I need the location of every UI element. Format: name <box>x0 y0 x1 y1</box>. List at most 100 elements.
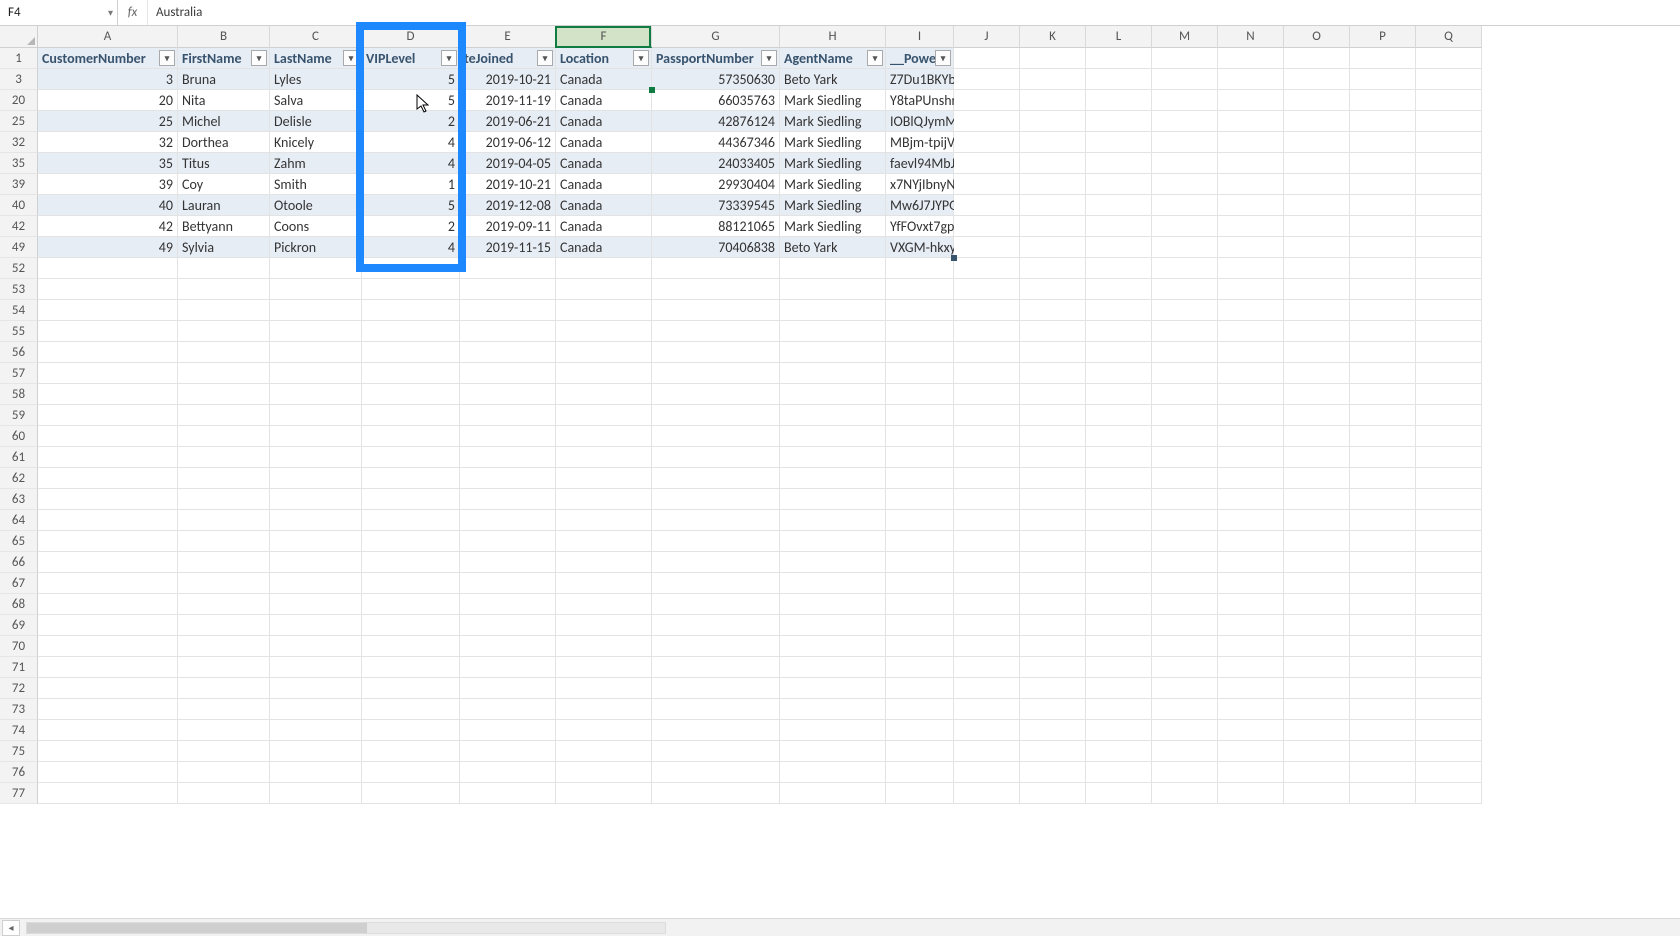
cell-J3[interactable] <box>954 69 1020 90</box>
cell-J63[interactable] <box>954 489 1020 510</box>
cell-F67[interactable] <box>556 573 652 594</box>
cell-F77[interactable] <box>556 783 652 804</box>
cell-G35[interactable]: 24033405 <box>652 153 780 174</box>
cell-F73[interactable] <box>556 699 652 720</box>
cell-L42[interactable] <box>1086 216 1152 237</box>
cell-A54[interactable] <box>38 300 178 321</box>
cell-H75[interactable] <box>780 741 886 762</box>
cell-K64[interactable] <box>1020 510 1086 531</box>
cell-J60[interactable] <box>954 426 1020 447</box>
cell-C61[interactable] <box>270 447 362 468</box>
cell-E66[interactable] <box>460 552 556 573</box>
cell-P25[interactable] <box>1350 111 1416 132</box>
cell-Q49[interactable] <box>1416 237 1482 258</box>
row-header[interactable]: 64 <box>0 510 38 531</box>
name-box-dropdown-icon[interactable]: ▾ <box>108 6 113 19</box>
cell-B72[interactable] <box>178 678 270 699</box>
cell-L67[interactable] <box>1086 573 1152 594</box>
cell-P59[interactable] <box>1350 405 1416 426</box>
cell-I20[interactable]: Y8taPUnshr8 <box>886 90 954 111</box>
row-header[interactable]: 3 <box>0 69 38 90</box>
cell-I35[interactable]: faevl94MbJM <box>886 153 954 174</box>
cell-F25[interactable]: Canada <box>556 111 652 132</box>
cell-O73[interactable] <box>1284 699 1350 720</box>
cell-B74[interactable] <box>178 720 270 741</box>
row-header[interactable]: 69 <box>0 615 38 636</box>
cell-N42[interactable] <box>1218 216 1284 237</box>
cell-B75[interactable] <box>178 741 270 762</box>
cell-J20[interactable] <box>954 90 1020 111</box>
scroll-track[interactable] <box>26 922 666 934</box>
cell-M55[interactable] <box>1152 321 1218 342</box>
cell-G68[interactable] <box>652 594 780 615</box>
name-box[interactable]: F4 ▾ <box>0 0 118 25</box>
cell-M40[interactable] <box>1152 195 1218 216</box>
cell-Q60[interactable] <box>1416 426 1482 447</box>
filter-dropdown-icon[interactable]: ▾ <box>251 50 267 66</box>
cell-C35[interactable]: Zahm <box>270 153 362 174</box>
cell-K39[interactable] <box>1020 174 1086 195</box>
cell-M72[interactable] <box>1152 678 1218 699</box>
cell-C65[interactable] <box>270 531 362 552</box>
cell-N49[interactable] <box>1218 237 1284 258</box>
column-header-P[interactable]: P <box>1350 26 1416 48</box>
cell-G3[interactable]: 57350630 <box>652 69 780 90</box>
cell-K62[interactable] <box>1020 468 1086 489</box>
cell-C20[interactable]: Salva <box>270 90 362 111</box>
cell-L25[interactable] <box>1086 111 1152 132</box>
cell-O70[interactable] <box>1284 636 1350 657</box>
cell-F59[interactable] <box>556 405 652 426</box>
cell-N52[interactable] <box>1218 258 1284 279</box>
cell-H77[interactable] <box>780 783 886 804</box>
cell-B67[interactable] <box>178 573 270 594</box>
row-header[interactable]: 61 <box>0 447 38 468</box>
cell-G65[interactable] <box>652 531 780 552</box>
cell-M58[interactable] <box>1152 384 1218 405</box>
cell-P56[interactable] <box>1350 342 1416 363</box>
cell-D65[interactable] <box>362 531 460 552</box>
cell-C64[interactable] <box>270 510 362 531</box>
cell-P42[interactable] <box>1350 216 1416 237</box>
cell-K56[interactable] <box>1020 342 1086 363</box>
cell-N73[interactable] <box>1218 699 1284 720</box>
cell-A32[interactable]: 32 <box>38 132 178 153</box>
fill-handle[interactable] <box>649 87 655 93</box>
cell-L20[interactable] <box>1086 90 1152 111</box>
cell-B69[interactable] <box>178 615 270 636</box>
cell-G40[interactable]: 73339545 <box>652 195 780 216</box>
cell-I53[interactable] <box>886 279 954 300</box>
cell-M52[interactable] <box>1152 258 1218 279</box>
cell-A40[interactable]: 40 <box>38 195 178 216</box>
cell-G67[interactable] <box>652 573 780 594</box>
cell-F74[interactable] <box>556 720 652 741</box>
cell-H65[interactable] <box>780 531 886 552</box>
cell-A77[interactable] <box>38 783 178 804</box>
cell-J32[interactable] <box>954 132 1020 153</box>
cell-B20[interactable]: Nita <box>178 90 270 111</box>
cell-D40[interactable]: 5 <box>362 195 460 216</box>
cell-E59[interactable] <box>460 405 556 426</box>
cell-A63[interactable] <box>38 489 178 510</box>
cell-E60[interactable] <box>460 426 556 447</box>
cell-P60[interactable] <box>1350 426 1416 447</box>
cell-P54[interactable] <box>1350 300 1416 321</box>
column-header-F[interactable]: F <box>556 26 652 48</box>
row-header[interactable]: 1 <box>0 48 38 69</box>
cell-H62[interactable] <box>780 468 886 489</box>
cell-H20[interactable]: Mark Siedling <box>780 90 886 111</box>
cell-C56[interactable] <box>270 342 362 363</box>
cell-D63[interactable] <box>362 489 460 510</box>
cell-H56[interactable] <box>780 342 886 363</box>
filter-dropdown-icon[interactable]: ▾ <box>537 50 553 66</box>
cell-H64[interactable] <box>780 510 886 531</box>
cell-C70[interactable] <box>270 636 362 657</box>
cell-E53[interactable] <box>460 279 556 300</box>
column-header-I[interactable]: I <box>886 26 954 48</box>
cell-E39[interactable]: 2019-10-21 <box>460 174 556 195</box>
cell-I77[interactable] <box>886 783 954 804</box>
cell-A49[interactable]: 49 <box>38 237 178 258</box>
cell-I60[interactable] <box>886 426 954 447</box>
cell-K60[interactable] <box>1020 426 1086 447</box>
cell-P35[interactable] <box>1350 153 1416 174</box>
cell-H69[interactable] <box>780 615 886 636</box>
